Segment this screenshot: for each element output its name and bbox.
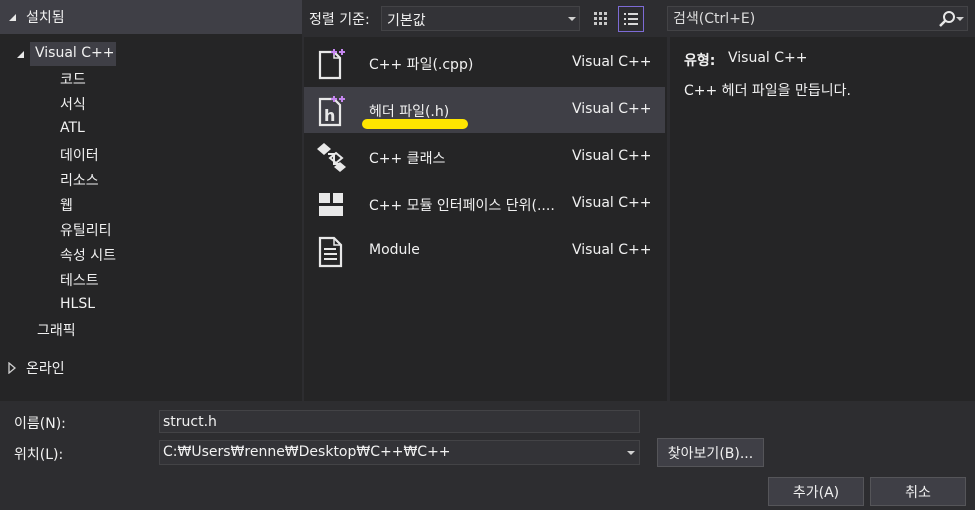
template-row-cpp-class[interactable]: C++ 클래스 Visual C++ xyxy=(304,134,665,180)
sort-dropdown[interactable]: 기본값 xyxy=(381,6,580,31)
tree-item-hlsl[interactable]: HLSL xyxy=(60,296,95,312)
category-tree: 설치됨 Visual C++ 코드 서식 ATL 데이터 리소스 웹 유틸리티 … xyxy=(0,0,302,401)
template-name: C++ 클래스 xyxy=(369,151,446,167)
class-icon xyxy=(317,143,346,172)
tree-label-installed: 설치됨 xyxy=(26,10,65,26)
collapse-arrow-icon[interactable] xyxy=(8,11,18,27)
template-language: Visual C++ xyxy=(572,148,652,164)
location-label: 위치(L): xyxy=(14,447,64,463)
module-file-icon xyxy=(318,236,343,268)
template-row-module[interactable]: Module Visual C++ xyxy=(304,228,665,274)
template-row-header-file[interactable]: h 헤더 파일(.h) Visual C++ xyxy=(304,87,665,133)
module-interface-icon xyxy=(319,193,343,216)
template-row-cpp-file[interactable]: C++ 파일(.cpp) Visual C++ xyxy=(304,40,665,86)
dropdown-arrow-icon xyxy=(568,17,576,21)
tree-item-utility[interactable]: 유틸리티 xyxy=(60,220,112,240)
tree-item-property-sheet[interactable]: 속성 시트 xyxy=(60,245,116,265)
search-options-arrow-icon[interactable] xyxy=(956,17,964,21)
template-name: 헤더 파일(.h) xyxy=(369,104,450,120)
list-view-icon xyxy=(624,13,638,25)
header-file-icon: h xyxy=(318,96,345,127)
location-dropdown[interactable]: C:₩Users₩renne₩Desktop₩C++₩C++ xyxy=(159,440,640,465)
tree-item-web[interactable]: 웹 xyxy=(60,195,73,215)
grid-view-icon xyxy=(594,12,607,25)
template-language: Visual C++ xyxy=(572,195,652,211)
add-button[interactable]: 추가(A) xyxy=(768,477,864,506)
template-language: Visual C++ xyxy=(572,101,652,117)
cancel-button[interactable]: 취소 xyxy=(870,477,966,506)
cpp-file-icon xyxy=(318,49,345,80)
highlighter-annotation xyxy=(362,119,468,129)
tree-item-atl[interactable]: ATL xyxy=(60,120,85,136)
tree-item-graphics[interactable]: 그래픽 xyxy=(37,320,76,340)
description-text: C++ 헤더 파일을 만듭니다. xyxy=(684,83,851,99)
sort-label: 정렬 기준: xyxy=(309,12,370,28)
svg-text:h: h xyxy=(324,106,335,125)
browse-button[interactable]: 찾아보기(B)... xyxy=(657,438,764,467)
search-input[interactable] xyxy=(669,8,931,29)
template-list: C++ 파일(.cpp) Visual C++ h 헤더 파일(.h) Visu… xyxy=(304,37,667,401)
template-name: C++ 모듈 인터페이스 단위(.... xyxy=(369,198,555,214)
template-row-module-interface[interactable]: C++ 모듈 인터페이스 단위(.... Visual C++ xyxy=(304,181,665,227)
tree-item-data[interactable]: 데이터 xyxy=(60,145,99,165)
tree-item-resource[interactable]: 리소스 xyxy=(60,170,99,190)
search-box xyxy=(667,6,968,31)
search-icon[interactable] xyxy=(938,10,958,32)
tree-item-online[interactable]: 온라인 xyxy=(26,358,65,378)
name-input[interactable] xyxy=(159,410,640,433)
expand-arrow-icon[interactable] xyxy=(8,361,17,378)
dropdown-arrow-icon xyxy=(627,451,635,455)
collapse-arrow-icon[interactable] xyxy=(16,48,26,64)
list-view-button[interactable] xyxy=(618,6,644,32)
name-label: 이름(N): xyxy=(14,416,66,432)
tree-item-format[interactable]: 서식 xyxy=(60,94,86,114)
tree-item-installed[interactable]: 설치됨 xyxy=(0,0,302,34)
type-value: Visual C++ xyxy=(728,50,808,66)
type-label: 유형: xyxy=(684,53,716,69)
grid-view-button[interactable] xyxy=(589,6,615,32)
template-name: C++ 파일(.cpp) xyxy=(369,57,474,73)
sort-value: 기본값 xyxy=(387,13,426,29)
location-value: C:₩Users₩renne₩Desktop₩C++₩C++ xyxy=(163,444,451,460)
description-pane: 유형: Visual C++ C++ 헤더 파일을 만듭니다. xyxy=(670,37,975,401)
template-language: Visual C++ xyxy=(572,54,652,70)
template-name: Module xyxy=(369,242,420,258)
template-language: Visual C++ xyxy=(572,242,652,258)
tree-item-test[interactable]: 테스트 xyxy=(60,270,99,290)
tree-item-visual-cpp[interactable]: Visual C++ xyxy=(35,45,114,61)
tree-item-code[interactable]: 코드 xyxy=(60,69,86,89)
